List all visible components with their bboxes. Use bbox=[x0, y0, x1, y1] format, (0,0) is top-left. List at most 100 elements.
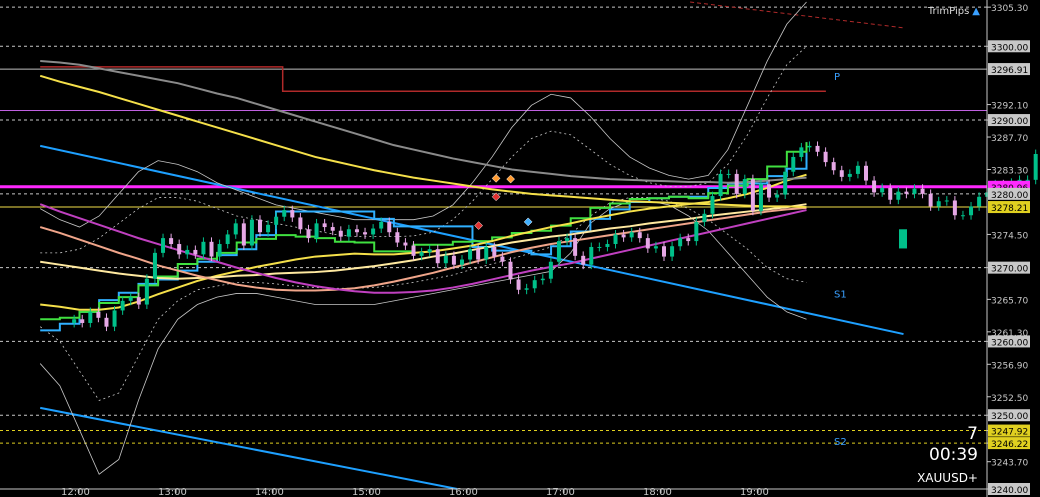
candle-body bbox=[177, 244, 182, 255]
candle-body bbox=[209, 241, 214, 257]
candle-body bbox=[645, 238, 650, 249]
candle-body bbox=[459, 259, 464, 265]
candle-body bbox=[233, 223, 238, 235]
candle-body bbox=[112, 310, 117, 327]
candle-body bbox=[395, 232, 400, 243]
candle-body bbox=[928, 193, 933, 207]
candle-body bbox=[257, 219, 262, 233]
candle-body bbox=[791, 156, 796, 172]
chart-plot-area: P S1 S2 bbox=[0, 0, 1040, 497]
candle-body bbox=[225, 234, 230, 245]
candle bbox=[783, 167, 788, 200]
candle-body bbox=[581, 255, 586, 265]
time-tick-label: 17:00 bbox=[546, 487, 575, 497]
candle-body bbox=[880, 187, 885, 193]
candle-body bbox=[573, 238, 578, 256]
price-tag-label: 3296.91 bbox=[991, 66, 1028, 76]
candle-body bbox=[710, 196, 715, 214]
candle-body bbox=[201, 241, 206, 255]
price-tick-label: 3305.30 bbox=[991, 4, 1028, 14]
candle bbox=[556, 236, 561, 267]
candle-body bbox=[427, 249, 432, 253]
price-tick-label: 3292.10 bbox=[991, 102, 1028, 112]
candle-body bbox=[516, 279, 521, 290]
candle-body bbox=[653, 246, 658, 249]
candle-body bbox=[823, 151, 828, 163]
candle-body bbox=[540, 278, 545, 281]
candle-body bbox=[492, 246, 497, 257]
candle-body bbox=[734, 173, 739, 194]
candle-body bbox=[298, 217, 303, 230]
candle-body bbox=[621, 234, 626, 238]
time-tick-label: 19:00 bbox=[740, 487, 769, 497]
candle-body bbox=[556, 241, 561, 262]
price-tick-label: 3287.70 bbox=[991, 134, 1028, 144]
candle-body bbox=[532, 280, 537, 289]
candle-body bbox=[306, 229, 311, 239]
price-tick-label: 3265.70 bbox=[991, 296, 1028, 306]
candle-body bbox=[726, 173, 731, 175]
candle-body bbox=[678, 238, 683, 247]
candle-body bbox=[144, 278, 149, 305]
candle-body bbox=[815, 145, 820, 152]
candle-body bbox=[565, 238, 570, 242]
candle-body bbox=[435, 249, 440, 264]
candle-body bbox=[419, 252, 424, 256]
candle-body bbox=[758, 184, 763, 211]
candle-body bbox=[839, 170, 844, 177]
candle-body bbox=[896, 191, 901, 200]
price-tick-label: 3243.70 bbox=[991, 459, 1028, 469]
candle-body bbox=[249, 219, 254, 246]
candle-body bbox=[702, 213, 707, 222]
volume-bar bbox=[899, 229, 907, 249]
price-tag-label: 3278.21 bbox=[991, 204, 1028, 214]
candle-timer: 00:39 bbox=[929, 445, 978, 465]
candle-body bbox=[686, 238, 691, 242]
candle-body bbox=[451, 255, 456, 265]
brand-label: TrimPips ▲ bbox=[928, 6, 980, 17]
candle-body bbox=[952, 200, 957, 216]
pivot-label: S2 bbox=[834, 437, 847, 448]
candle-body bbox=[960, 215, 965, 217]
candle-body bbox=[282, 210, 287, 217]
symbol-label: XAUUSD+ bbox=[917, 471, 978, 485]
time-tick-label: 14:00 bbox=[255, 487, 284, 497]
time-tick-label: 18:00 bbox=[643, 487, 672, 497]
price-tag-label: 3240.00 bbox=[991, 486, 1028, 496]
candle-body bbox=[920, 188, 925, 194]
candle bbox=[758, 179, 763, 216]
candle-body bbox=[152, 252, 157, 279]
candle-body bbox=[338, 230, 343, 237]
candle-body bbox=[888, 187, 893, 200]
candle-body bbox=[872, 180, 877, 193]
price-tick-label: 3256.90 bbox=[991, 361, 1028, 371]
candle-body bbox=[379, 221, 384, 229]
brand-name: TrimPips bbox=[927, 6, 970, 17]
price-tick-label: 3252.50 bbox=[991, 394, 1028, 404]
candle-body bbox=[863, 165, 868, 181]
candle-body bbox=[266, 224, 271, 233]
candle-body bbox=[589, 246, 594, 265]
candle-body bbox=[346, 229, 351, 237]
candle-body bbox=[468, 249, 473, 260]
candle-body bbox=[637, 232, 642, 239]
candle-body bbox=[363, 232, 368, 235]
candle-body bbox=[855, 165, 860, 174]
candle-body bbox=[104, 317, 109, 327]
candle-body bbox=[72, 319, 77, 323]
candle-body bbox=[613, 234, 618, 245]
candle-body bbox=[904, 191, 909, 194]
candle bbox=[152, 248, 157, 284]
price-chart[interactable]: P S1 S2 3305.30 3300.00 3292.10 3290.00 3287.7… bbox=[0, 0, 1040, 497]
candle bbox=[241, 218, 246, 250]
candle-body bbox=[718, 173, 723, 197]
candle-body bbox=[185, 249, 190, 255]
candle-body bbox=[799, 147, 804, 157]
candle-body bbox=[1033, 154, 1038, 180]
time-tick-label: 16:00 bbox=[449, 487, 478, 497]
candle-body bbox=[80, 319, 85, 323]
chart-background bbox=[0, 0, 1040, 497]
candle-body bbox=[484, 246, 489, 260]
candle-body bbox=[161, 238, 166, 253]
candle-body bbox=[775, 194, 780, 198]
